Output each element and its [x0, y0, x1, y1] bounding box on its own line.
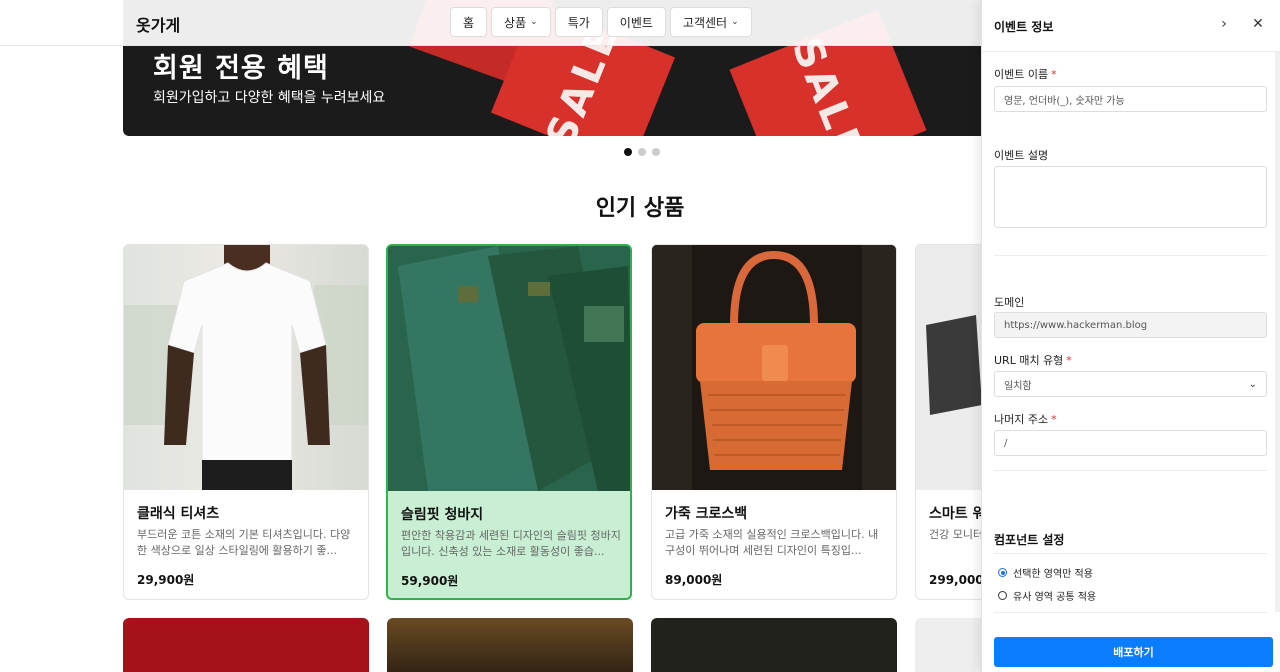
- nav-label: 상품: [504, 15, 527, 30]
- chevron-down-icon: ⌄: [1248, 378, 1257, 390]
- event-name-label: 이벤트 이름 *: [994, 66, 1057, 82]
- product-image-tshirt: [124, 245, 368, 490]
- radio-selected-only[interactable]: 선택한 영역만 적용: [998, 565, 1093, 580]
- select-value: 일치함: [1004, 380, 1032, 392]
- nav-label: 특가: [567, 15, 590, 30]
- radio-label: 선택한 영역만 적용: [1013, 569, 1093, 580]
- radio-button-checked[interactable]: [998, 568, 1007, 577]
- panel-header: 이벤트 정보 › ✕: [982, 0, 1280, 52]
- required-mark: *: [1051, 68, 1057, 81]
- deploy-button[interactable]: 배포하기: [994, 637, 1273, 667]
- divider: [994, 553, 1267, 554]
- panel-scrollbar[interactable]: [1275, 52, 1280, 612]
- sale-text: SALE: [782, 31, 874, 136]
- product-desc: 고급 가죽 소재의 실용적인 크로스백입니다. 내구성이 뛰어나며 세련된 디자…: [665, 528, 879, 557]
- product-card-preview[interactable]: [123, 618, 369, 672]
- panel-title: 이벤트 정보: [994, 20, 1054, 34]
- label-text: 나머지 주소: [994, 413, 1049, 426]
- divider: [994, 470, 1267, 471]
- product-price: 59,900원: [401, 574, 459, 588]
- product-price: 29,900원: [137, 573, 195, 587]
- path-label: 나머지 주소 *: [994, 411, 1057, 427]
- domain-value: https://www.hackerman.blog: [1004, 319, 1148, 331]
- label-text: URL 매치 유형: [994, 354, 1064, 367]
- nav-support[interactable]: 고객센터 ⌄: [669, 7, 752, 37]
- radio-button[interactable]: [998, 591, 1007, 600]
- carousel-dot[interactable]: [624, 148, 632, 156]
- url-match-select[interactable]: 일치함 ⌄: [994, 371, 1267, 397]
- component-settings-title: 컴포넌트 설정: [994, 533, 1065, 547]
- carousel-dot[interactable]: [652, 148, 660, 156]
- hero-subtitle: 회원가입하고 다양한 혜택을 누려보세요: [153, 90, 386, 106]
- url-match-label: URL 매치 유형 *: [994, 352, 1072, 368]
- selection-overlay: [388, 246, 630, 491]
- product-image-jeans: [388, 246, 630, 491]
- event-desc-label: 이벤트 설명: [994, 149, 1049, 162]
- product-name[interactable]: 스마트 워: [929, 503, 985, 523]
- product-name[interactable]: 슬림핏 청바지: [401, 504, 483, 524]
- main-nav: 홈 상품 ⌄ 특가 이벤트 고객센터 ⌄: [450, 7, 752, 37]
- carousel-dots: [624, 148, 660, 156]
- domain-field: https://www.hackerman.blog: [994, 312, 1267, 338]
- chevron-right-icon[interactable]: ›: [1214, 14, 1234, 34]
- product-image-bag: [652, 245, 896, 490]
- required-mark: *: [1066, 354, 1072, 367]
- nav-events[interactable]: 이벤트: [606, 7, 666, 37]
- chevron-down-icon: ⌄: [731, 17, 739, 27]
- product-name[interactable]: 가죽 크로스백: [665, 503, 747, 523]
- nav-home[interactable]: 홈: [450, 7, 488, 37]
- product-price: 89,000원: [665, 573, 723, 587]
- radio-common-apply[interactable]: 유사 영역 공통 적용: [998, 588, 1096, 603]
- section-title: 인기 상품: [595, 196, 685, 221]
- product-card-preview[interactable]: [651, 618, 897, 672]
- divider: [994, 612, 1267, 613]
- divider: [994, 255, 1267, 256]
- product-card-preview[interactable]: [387, 618, 633, 672]
- product-card-selected[interactable]: 슬림핏 청바지 편안한 착용감과 세련된 디자인의 슬림핏 청바지입니다. 신축…: [386, 244, 632, 600]
- hero-title: 회원 전용 혜택: [153, 53, 329, 84]
- input-value: /: [1004, 437, 1008, 449]
- nav-products[interactable]: 상품 ⌄: [491, 7, 551, 37]
- domain-label: 도메인: [994, 296, 1025, 309]
- carousel-dot[interactable]: [638, 148, 646, 156]
- nav-specials[interactable]: 특가: [554, 7, 603, 37]
- product-name[interactable]: 클래식 티셔츠: [137, 503, 219, 523]
- product-desc: 부드러운 코튼 소재의 기본 티셔츠입니다. 다양한 색상으로 일상 스타일링에…: [137, 528, 351, 557]
- event-desc-textarea[interactable]: [994, 166, 1267, 228]
- product-desc: 편안한 착용감과 세련된 디자인의 슬림핏 청바지입니다. 신축성 있는 소재로…: [401, 529, 621, 558]
- path-input[interactable]: /: [994, 430, 1267, 456]
- required-mark: *: [1051, 413, 1057, 426]
- nav-label: 고객센터: [682, 15, 728, 30]
- product-card[interactable]: 가죽 크로스백 고급 가죽 소재의 실용적인 크로스백입니다. 내구성이 뛰어나…: [651, 244, 897, 600]
- label-text: 이벤트 이름: [994, 68, 1049, 81]
- radio-label: 유사 영역 공통 적용: [1013, 592, 1097, 603]
- site-logo[interactable]: 옷가게: [136, 12, 180, 36]
- event-name-input[interactable]: 영문, 언더바(_), 숫자만 가능: [994, 86, 1267, 112]
- nav-label: 홈: [463, 15, 475, 30]
- event-info-panel: 이벤트 정보 › ✕ 이벤트 이름 * 영문, 언더바(_), 숫자만 가능 이벤…: [981, 0, 1280, 672]
- product-card[interactable]: 클래식 티셔츠 부드러운 코튼 소재의 기본 티셔츠입니다. 다양한 색상으로 …: [123, 244, 369, 600]
- nav-label: 이벤트: [619, 15, 653, 30]
- close-icon[interactable]: ✕: [1248, 14, 1268, 34]
- input-placeholder: 영문, 언더바(_), 숫자만 가능: [1004, 95, 1125, 107]
- chevron-down-icon: ⌄: [530, 17, 538, 27]
